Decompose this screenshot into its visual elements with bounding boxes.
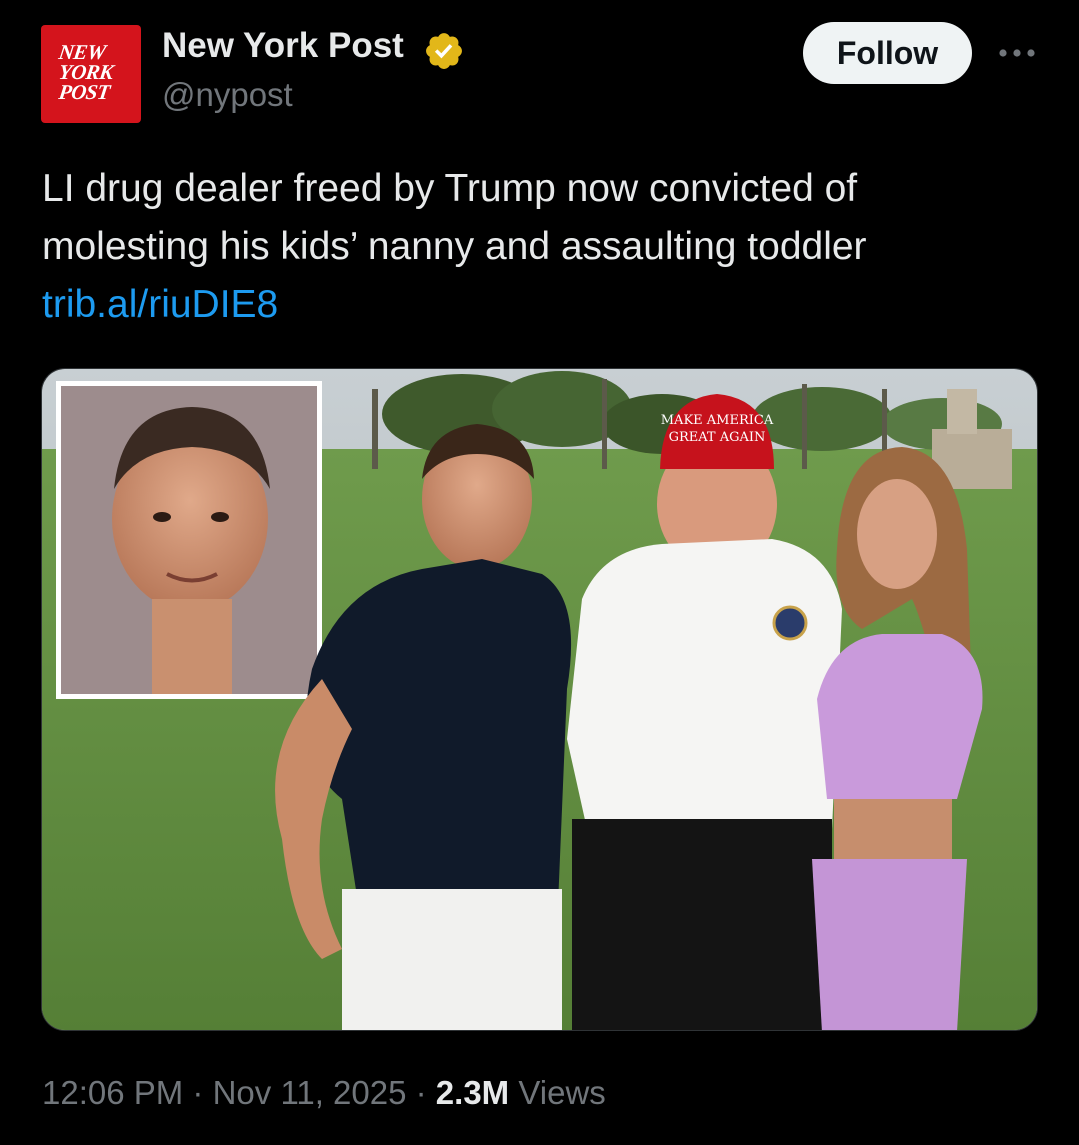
tweet-photo[interactable]: MAKE AMERICA GREAT AGAIN: [41, 368, 1038, 1031]
meta-separator: ·: [415, 1074, 427, 1111]
meta-separator: ·: [192, 1074, 204, 1111]
tweet-date[interactable]: Nov 11, 2025: [213, 1074, 407, 1111]
account-handle[interactable]: @nypost: [162, 76, 293, 114]
cap-text-line-2: GREAT AGAIN: [669, 430, 766, 445]
tweet-card: NEW YORK POST New York Post @nypost Foll…: [0, 0, 1079, 1145]
avatar-logo-text-post: POST: [57, 80, 112, 104]
tweet-text: LI drug dealer freed by Trump now convic…: [42, 160, 1042, 334]
account-avatar[interactable]: NEW YORK POST: [41, 25, 141, 123]
tweet-text-line-1: LI drug dealer freed by Trump now convic…: [42, 167, 858, 210]
avatar-logo-text-new: NEW: [57, 40, 108, 64]
tweet-time[interactable]: 12:06 PM: [42, 1074, 183, 1111]
more-horizontal-icon: [999, 49, 1035, 57]
follow-button[interactable]: Follow: [803, 22, 972, 84]
views-label: Views: [518, 1074, 606, 1111]
mugshot-inset: [56, 381, 322, 699]
tweet-meta: 12:06 PM · Nov 11, 2025 · 2.3M Views: [42, 1074, 606, 1112]
more-options-button[interactable]: [997, 38, 1037, 68]
tweet-text-line-2: molesting his kids’ nanny and assaulting…: [42, 225, 867, 268]
avatar-logo-text-york: YORK: [57, 60, 115, 84]
account-display-name[interactable]: New York Post: [162, 26, 404, 66]
tweet-link[interactable]: trib.al/riuDIE8: [42, 283, 278, 326]
verified-badge-icon: [426, 33, 462, 69]
views-count[interactable]: 2.3M: [436, 1074, 509, 1111]
cap-text-line-1: MAKE AMERICA: [661, 413, 774, 428]
photo-scene: MAKE AMERICA GREAT AGAIN: [42, 369, 1037, 1030]
